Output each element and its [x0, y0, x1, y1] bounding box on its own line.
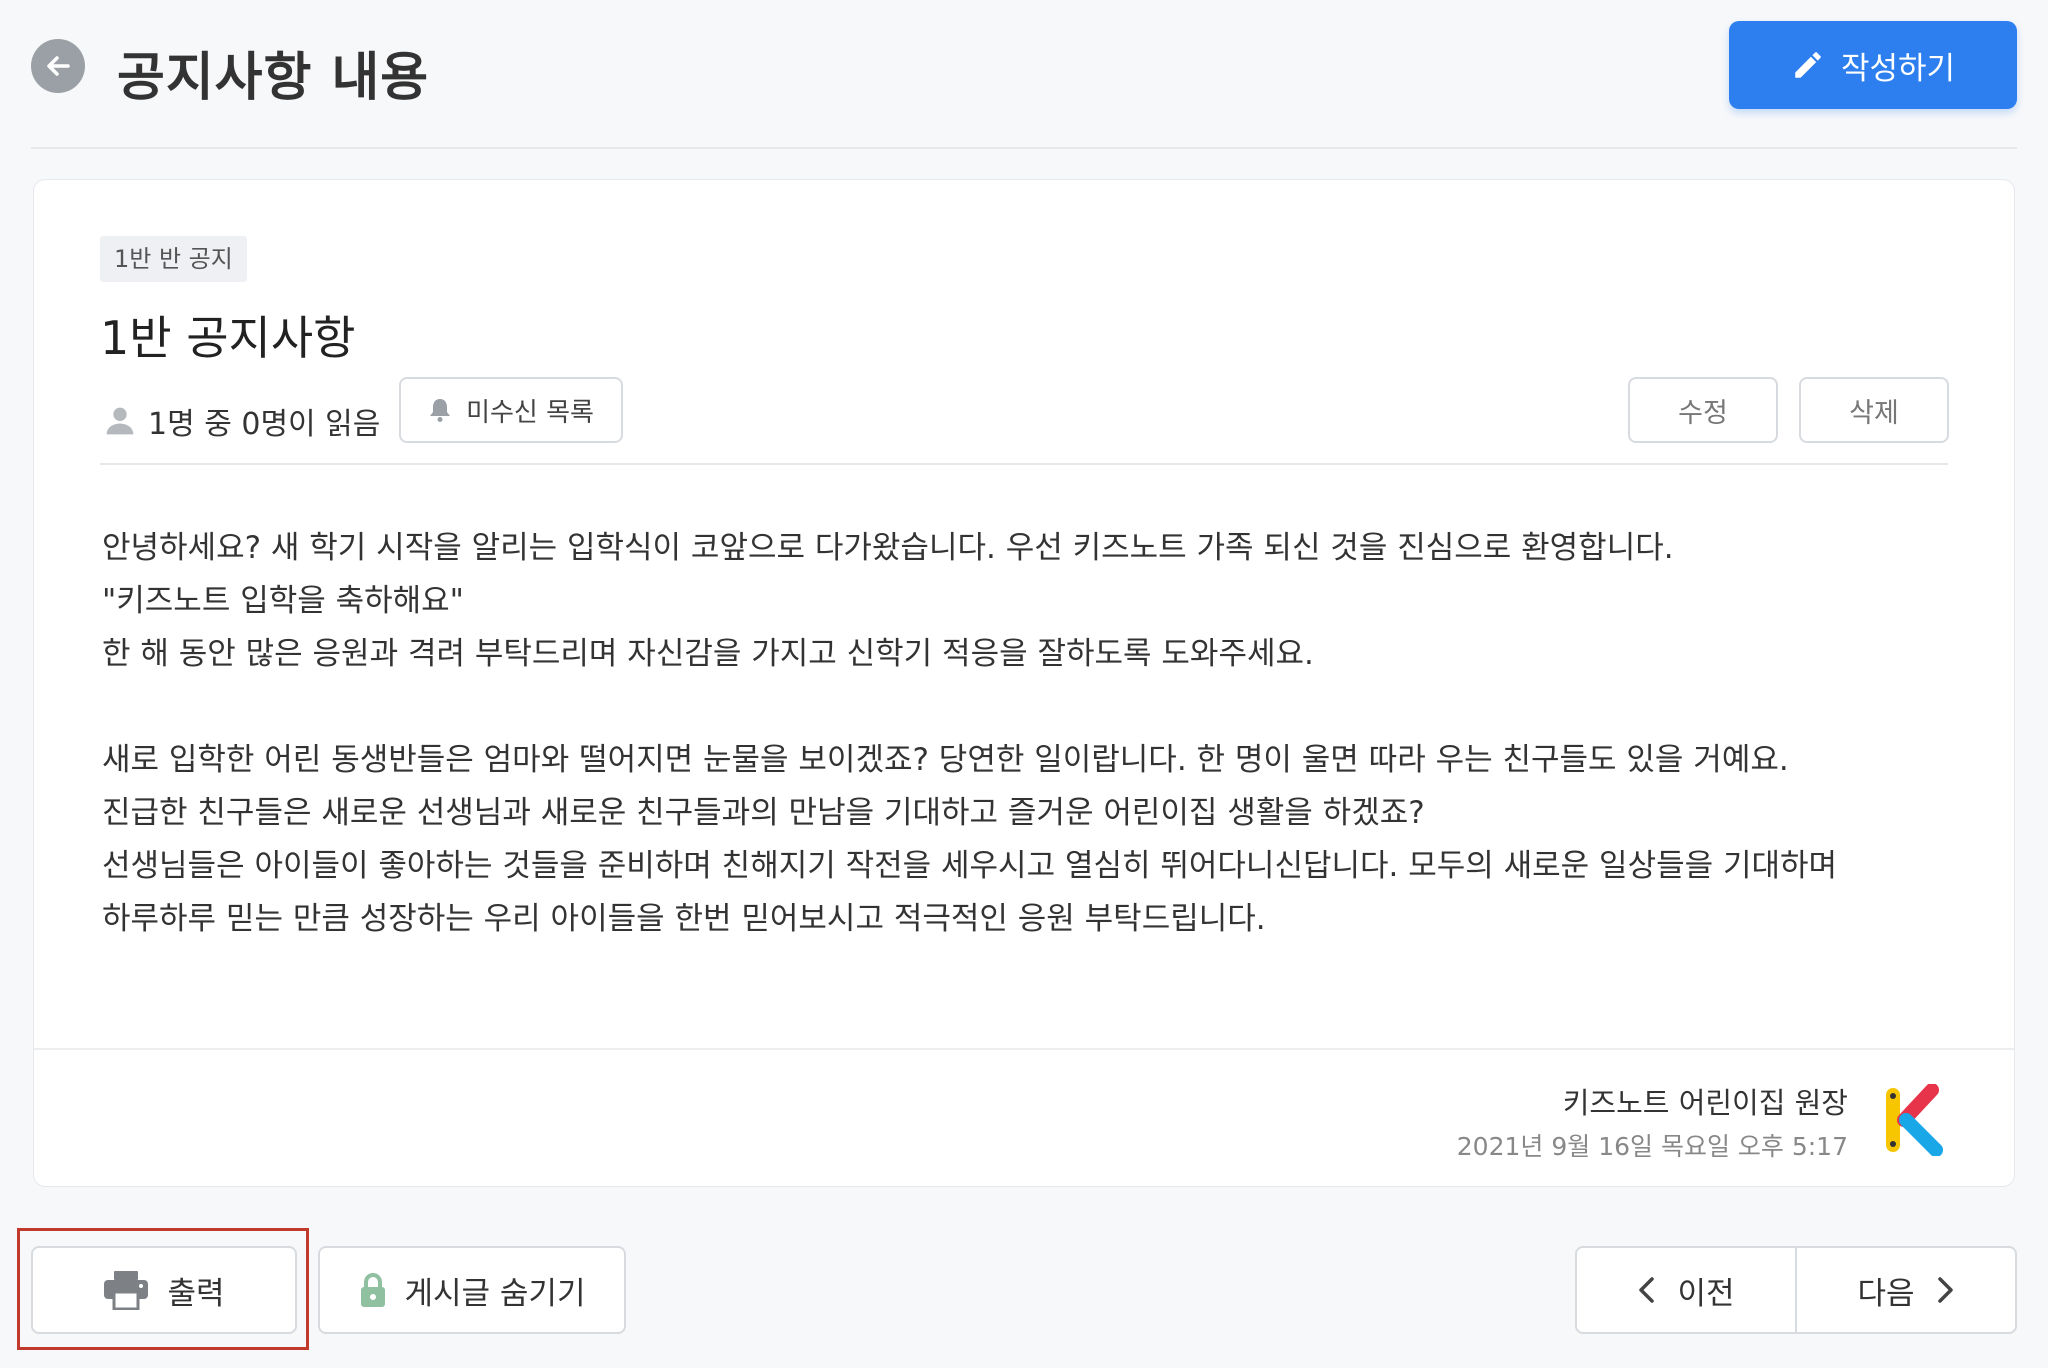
- chevron-right-icon: [1937, 1276, 1955, 1304]
- post-date: 2021년 9월 16일 목요일 오후 5:17: [1456, 1132, 1848, 1161]
- read-status-text: 1명 중 0명이 읽음: [148, 407, 381, 442]
- body-line: "키즈노트 입학을 축하해요": [102, 583, 464, 619]
- page-title: 공지사항 내용: [117, 48, 430, 108]
- print-button-label: 출력: [167, 1275, 225, 1312]
- notice-card: 1반 반 공지 1반 공지사항 1명 중 0명이 읽음 미수신 목록 수정 삭제…: [33, 179, 2015, 1187]
- body-line: 하루하루 믿는 만큼 성장하는 우리 아이들을 한번 믿어보시고 적극적인 응원…: [102, 901, 1266, 937]
- chevron-left-icon: [1637, 1276, 1655, 1304]
- hide-post-button[interactable]: 게시글 숨기기: [318, 1246, 626, 1334]
- print-button[interactable]: 출력: [31, 1246, 297, 1334]
- lock-icon: [359, 1271, 387, 1309]
- bell-icon: [428, 397, 452, 423]
- edit-button[interactable]: 수정: [1628, 377, 1778, 443]
- unread-list-button[interactable]: 미수신 목록: [399, 377, 623, 443]
- author-name: 키즈노트 어린이집 원장: [1562, 1086, 1848, 1120]
- write-button[interactable]: 작성하기: [1729, 21, 2017, 109]
- user-icon: [104, 405, 136, 437]
- delete-button[interactable]: 삭제: [1799, 377, 1949, 443]
- pager: 이전 다음: [1575, 1246, 2017, 1334]
- body-line: 안녕하세요? 새 학기 시작을 알리는 입학식이 코앞으로 다가왔습니다. 우선…: [102, 530, 1674, 566]
- header-divider: [31, 147, 2017, 149]
- arrow-left-icon: [43, 51, 73, 81]
- body-line: 한 해 동안 많은 응원과 격려 부탁드리며 자신감을 가지고 신학기 적응을 …: [102, 636, 1314, 672]
- next-button[interactable]: 다음: [1797, 1248, 2015, 1332]
- hide-post-label: 게시글 숨기기: [404, 1275, 586, 1312]
- prev-label: 이전: [1677, 1275, 1735, 1312]
- printer-icon: [103, 1270, 149, 1310]
- prev-button[interactable]: 이전: [1577, 1248, 1797, 1332]
- post-body: 안녕하세요? 새 학기 시작을 알리는 입학식이 코앞으로 다가왔습니다. 우선…: [102, 522, 1962, 946]
- unread-list-label: 미수신 목록: [466, 397, 594, 428]
- body-line: 진급한 친구들은 새로운 선생님과 새로운 친구들과의 만남을 기대하고 즐거운…: [102, 795, 1425, 831]
- next-label: 다음: [1857, 1275, 1915, 1312]
- category-tag: 1반 반 공지: [100, 236, 247, 282]
- post-title: 1반 공지사항: [100, 311, 356, 365]
- footer-divider: [34, 1048, 2014, 1050]
- kidsnote-logo: [1884, 1084, 1948, 1156]
- body-line: 선생님들은 아이들이 좋아하는 것들을 준비하며 친해지기 작전을 세우시고 열…: [102, 848, 1838, 884]
- read-status: 1명 중 0명이 읽음: [104, 392, 380, 450]
- body-line: 새로 입학한 어린 동생반들은 엄마와 떨어지면 눈물을 보이겠죠? 당연한 일…: [102, 742, 1789, 778]
- page-header: 공지사항 내용 작성하기: [31, 21, 2017, 129]
- content-divider: [100, 463, 1948, 465]
- write-button-label: 작성하기: [1840, 50, 1956, 87]
- back-button[interactable]: [31, 39, 85, 93]
- pencil-icon: [1791, 48, 1825, 82]
